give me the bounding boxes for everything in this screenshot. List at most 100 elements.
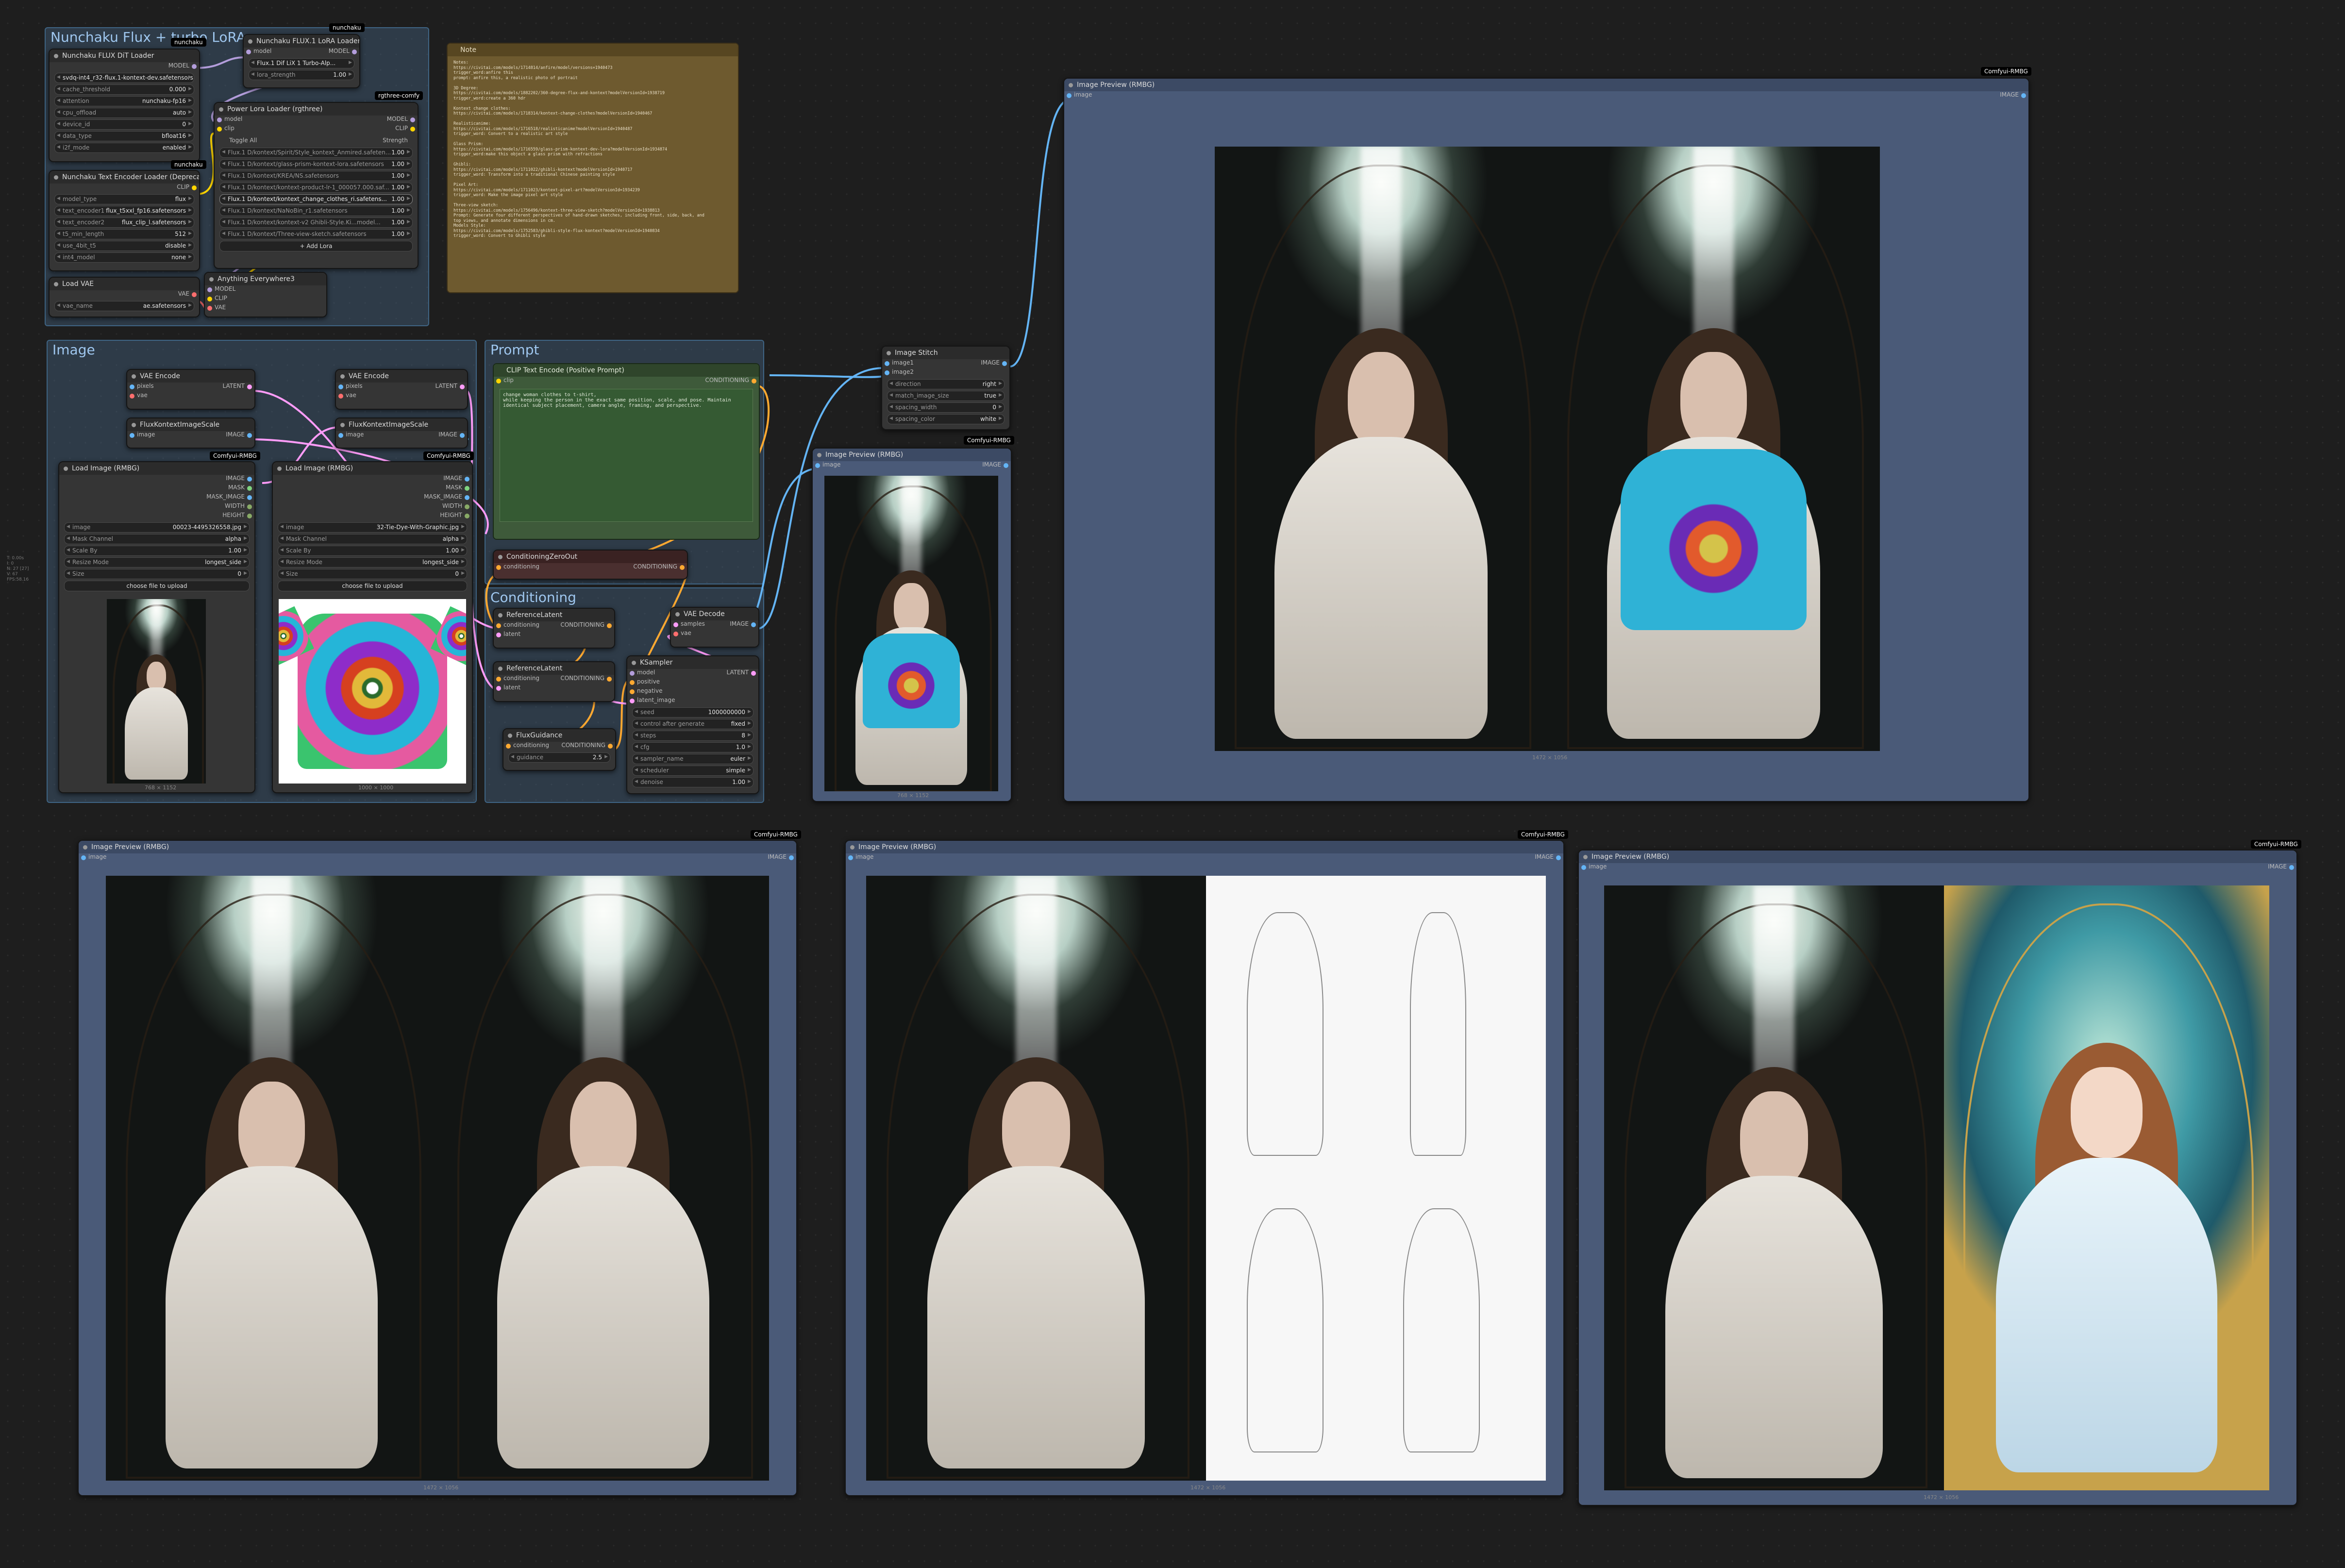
node-image-preview-large[interactable]: Image Preview (RMBG) image IMAGE 1472 × 1… bbox=[1063, 78, 2029, 802]
node-power-lora[interactable]: Power Lora Loader (rgthree) model MODEL c… bbox=[214, 102, 419, 269]
te-use-4bit[interactable]: use_4bit_t5disable bbox=[54, 241, 194, 251]
node-clip-text-encode[interactable]: CLIP Text Encode (Positive Prompt) clip C… bbox=[493, 363, 760, 540]
input-image-dot[interactable] bbox=[81, 855, 86, 860]
input-positive-dot[interactable] bbox=[630, 680, 635, 685]
resize-mode-select[interactable]: Resize Modelongest_side bbox=[64, 557, 250, 567]
input-clip-dot[interactable] bbox=[496, 379, 501, 384]
input-image2-dot[interactable] bbox=[885, 370, 889, 375]
lora-row[interactable]: Flux.1 D/kontext/kontext-product-lr-1_00… bbox=[219, 183, 413, 193]
lora-row[interactable]: Flux.1 D/kontext/KREA/NS.safetensors1.00 bbox=[219, 171, 413, 181]
output-model-dot[interactable] bbox=[192, 64, 197, 69]
output-mask-dot[interactable] bbox=[465, 486, 469, 491]
input-pixels-dot[interactable] bbox=[130, 384, 134, 389]
te-model-type[interactable]: model_typeflux bbox=[54, 194, 194, 204]
input-conditioning-dot[interactable] bbox=[506, 744, 511, 749]
lora-row[interactable]: Flux.1 D/kontext/kontext-v2 Ghibli-Style… bbox=[219, 217, 413, 228]
spacing-color-select[interactable]: spacing_colorwhite bbox=[887, 414, 1005, 424]
dit-data-type[interactable]: data_typebfloat16 bbox=[54, 131, 194, 141]
size-input[interactable]: Size0 bbox=[64, 569, 250, 579]
output-model-dot[interactable] bbox=[410, 117, 415, 122]
dit-cache-threshold[interactable]: cache_threshold0.000 bbox=[54, 84, 194, 95]
node-ksampler[interactable]: KSampler model LATENT positive negative l… bbox=[626, 655, 759, 794]
node-reference-latent-2[interactable]: ReferenceLatent conditioning CONDITIONING… bbox=[493, 661, 615, 702]
node-image-scale-2[interactable]: FluxKontextImageScale image IMAGE bbox=[335, 417, 468, 449]
input-model-dot[interactable] bbox=[246, 50, 251, 54]
output-image-dot[interactable] bbox=[1002, 361, 1007, 366]
match-image-size-toggle[interactable]: match_image_sizetrue bbox=[887, 391, 1005, 401]
dit-device-id[interactable]: device_id0 bbox=[54, 119, 194, 130]
input-samples-dot[interactable] bbox=[673, 622, 678, 627]
output-width-dot[interactable] bbox=[465, 504, 469, 509]
lora-row[interactable]: Flux.1 D/kontext/Three-view-sketch.safet… bbox=[219, 229, 413, 239]
node-vae-decode[interactable]: VAE Decode samples IMAGE vae bbox=[670, 607, 759, 648]
input-conditioning-dot[interactable] bbox=[496, 677, 501, 682]
te-encoder2[interactable]: text_encoder2flux_clip_l.safetensors bbox=[54, 217, 194, 228]
node-load-vae[interactable]: Load VAE VAE vae_nameae.safetensors bbox=[49, 277, 200, 317]
input-latent-dot[interactable] bbox=[496, 633, 501, 637]
node-image-preview-small[interactable]: Image Preview (RMBG) image IMAGE 768 × 11… bbox=[812, 448, 1012, 802]
scheduler-select[interactable]: schedulersimple bbox=[632, 766, 754, 776]
node-reference-latent-1[interactable]: ReferenceLatent conditioning CONDITIONING… bbox=[493, 608, 615, 649]
te-int4-model[interactable]: int4_modelnone bbox=[54, 252, 194, 263]
node-dit-loader[interactable]: Nunchaku FLUX DiT Loader MODEL svdq-int4… bbox=[49, 49, 200, 162]
input-image-dot[interactable] bbox=[1067, 93, 1072, 98]
output-image-dot[interactable] bbox=[751, 622, 756, 627]
output-width-dot[interactable] bbox=[247, 504, 252, 509]
output-image-dot[interactable] bbox=[789, 855, 794, 860]
node-text-encoder[interactable]: Nunchaku Text Encoder Loader (Deprecated… bbox=[49, 170, 200, 271]
cfg-input[interactable]: cfg1.0 bbox=[632, 742, 754, 752]
dit-model-select[interactable]: svdq-int4_r32-flux.1-kontext-dev.safeten… bbox=[54, 73, 194, 83]
input-model-dot[interactable] bbox=[217, 117, 222, 122]
node-image-scale-1[interactable]: FluxKontextImageScale image IMAGE bbox=[126, 417, 255, 449]
output-clip-dot[interactable] bbox=[410, 127, 415, 132]
node-vae-encode-1[interactable]: VAE Encode pixels LATENT vae bbox=[126, 369, 255, 410]
node-load-image-2[interactable]: Load Image (RMBG) IMAGE MASK MASK_IMAGE … bbox=[272, 461, 473, 793]
output-mask-image-dot[interactable] bbox=[247, 495, 252, 500]
input-vae-dot[interactable] bbox=[338, 394, 343, 399]
output-conditioning-dot[interactable] bbox=[607, 677, 612, 682]
node-note[interactable]: Note Notes: https://civitai.com/models/1… bbox=[447, 43, 739, 293]
node-conditioning-zero-out[interactable]: ConditioningZeroOut conditioning CONDITIO… bbox=[493, 550, 688, 580]
seed-input[interactable]: seed1000000000 bbox=[632, 707, 754, 717]
lora-name-select[interactable]: Flux.1 Dif LiX 1 Turbo-Alp... bbox=[249, 58, 354, 68]
te-t5-min-length[interactable]: t5_min_length512 bbox=[54, 229, 194, 239]
output-vae-dot[interactable] bbox=[192, 292, 197, 297]
upload-button[interactable]: choose file to upload bbox=[278, 581, 467, 591]
lora-row[interactable]: Flux.1 D/kontext/Spirit/Style_kontext_An… bbox=[219, 148, 413, 158]
input-vae-dot[interactable] bbox=[207, 306, 212, 311]
guidance-input[interactable]: guidance2.5 bbox=[508, 752, 610, 763]
dit-cpu-offload[interactable]: cpu_offloadauto bbox=[54, 108, 194, 118]
output-image-dot[interactable] bbox=[247, 477, 252, 482]
prompt-textarea[interactable]: change woman clothes to t-shirt, while k… bbox=[500, 389, 753, 522]
output-conditioning-dot[interactable] bbox=[608, 744, 613, 749]
spacing-width-input[interactable]: spacing_width0 bbox=[887, 402, 1005, 413]
node-lora-loader[interactable]: Nunchaku FLUX.1 LoRA Loader model MODEL F… bbox=[243, 34, 360, 88]
upload-button[interactable]: choose file to upload bbox=[64, 581, 250, 591]
input-image-dot[interactable] bbox=[1581, 865, 1586, 870]
input-conditioning-dot[interactable] bbox=[496, 565, 501, 570]
output-image-dot[interactable] bbox=[460, 433, 465, 438]
note-text[interactable]: Notes: https://civitai.com/models/171481… bbox=[448, 56, 738, 243]
input-model-dot[interactable] bbox=[630, 671, 635, 676]
scale-by-input[interactable]: Scale By1.00 bbox=[278, 546, 467, 556]
input-image-dot[interactable] bbox=[815, 463, 820, 468]
node-image-stitch[interactable]: Image Stitch image1 IMAGE image2 directio… bbox=[881, 346, 1010, 430]
output-conditioning-dot[interactable] bbox=[607, 623, 612, 628]
output-latent-dot[interactable] bbox=[751, 671, 756, 676]
resize-mode-select[interactable]: Resize Modelongest_side bbox=[278, 557, 467, 567]
dit-attention[interactable]: attentionnunchaku-fp16 bbox=[54, 96, 194, 106]
sampler-name-select[interactable]: sampler_nameeuler bbox=[632, 754, 754, 764]
input-clip-dot[interactable] bbox=[217, 127, 222, 132]
output-clip-dot[interactable] bbox=[192, 185, 197, 190]
toggle-all[interactable]: Toggle All bbox=[229, 137, 257, 144]
direction-select[interactable]: directionright bbox=[887, 379, 1005, 389]
scale-by-input[interactable]: Scale By1.00 bbox=[64, 546, 250, 556]
lora-row[interactable]: Flux.1 D/kontext/NaNoBin_r1.safetensors1… bbox=[219, 206, 413, 216]
output-image-dot[interactable] bbox=[465, 477, 469, 482]
lora-row[interactable]: Flux.1 D/kontext/kontext_change_clothes_… bbox=[219, 194, 413, 204]
input-model-dot[interactable] bbox=[207, 287, 212, 292]
te-encoder1[interactable]: text_encoder1flux_t5xxl_fp16.safetensors bbox=[54, 206, 194, 216]
node-image-preview-bottom-3[interactable]: Image Preview (RMBG) image IMAGE 1472 × 1… bbox=[1578, 850, 2297, 1506]
dit-i2f-mode[interactable]: i2f_modeenabled bbox=[54, 143, 194, 153]
output-conditioning-dot[interactable] bbox=[752, 379, 756, 384]
